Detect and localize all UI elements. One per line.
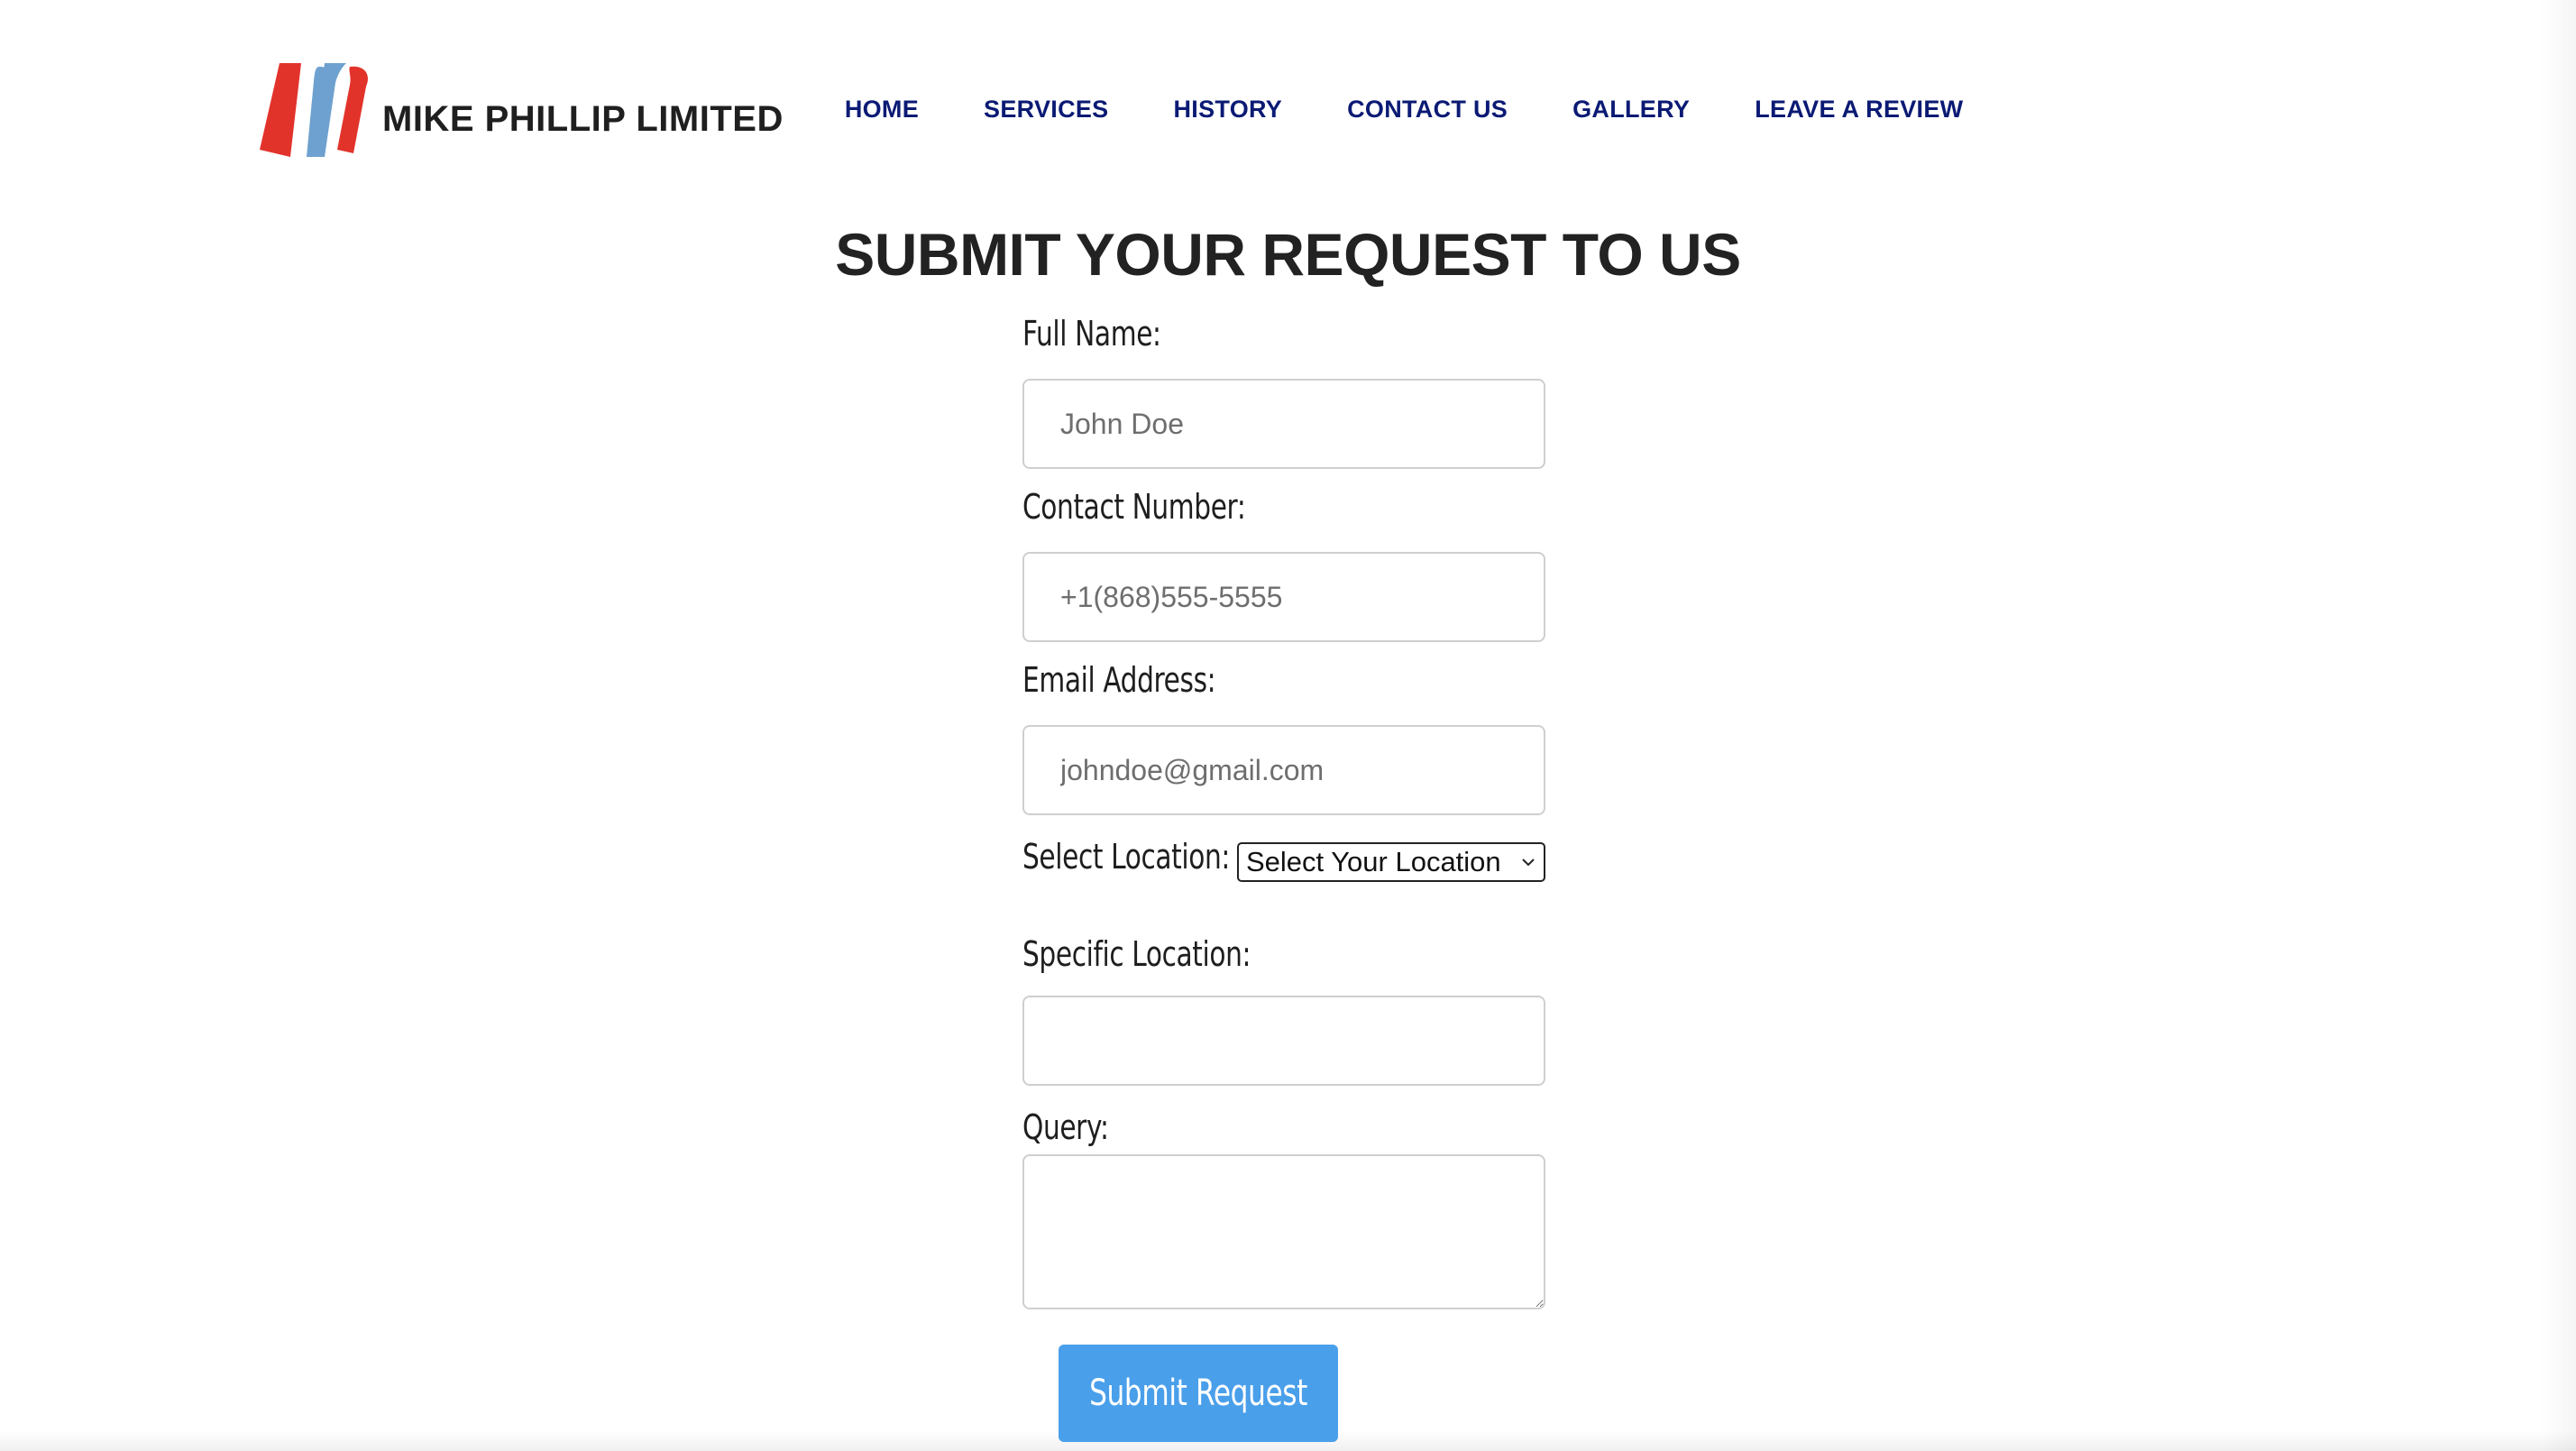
nav-gallery[interactable]: GALLERY [1572, 96, 1690, 124]
email-group: Email Address: [1022, 660, 1270, 700]
nav-contact-us[interactable]: CONTACT US [1347, 96, 1508, 124]
location-label: Select Location: [1022, 837, 1230, 877]
contact-number-input[interactable] [1022, 552, 1545, 642]
specific-location-group: Specific Location: [1022, 934, 1316, 974]
submit-request-label: Submit Request [1089, 1373, 1307, 1414]
query-label: Query: [1022, 1107, 1109, 1147]
query-group: Query: [1022, 1107, 1133, 1147]
logo-mark-icon [260, 63, 368, 157]
email-label: Email Address: [1022, 660, 1216, 700]
nav-services[interactable]: SERVICES [984, 96, 1108, 124]
brand-name: MIKE PHILLIP LIMITED [382, 98, 784, 139]
submit-request-button[interactable]: Submit Request [1059, 1345, 1338, 1442]
page-title: SUBMIT YOUR REQUEST TO US [835, 221, 1741, 288]
location-select-value: Select Your Location [1246, 846, 1501, 877]
specific-location-input[interactable] [1022, 996, 1545, 1086]
contact-number-label: Contact Number: [1022, 487, 1246, 527]
specific-location-label: Specific Location: [1022, 934, 1251, 974]
query-textarea[interactable] [1022, 1154, 1545, 1309]
chevron-down-icon [1522, 859, 1535, 867]
nav-leave-a-review[interactable]: LEAVE A REVIEW [1755, 96, 1963, 124]
logo[interactable]: MIKE PHILLIP LIMITED [260, 63, 784, 162]
page-edge-shadow [2540, 0, 2576, 1451]
full-name-input[interactable] [1022, 379, 1545, 469]
email-input[interactable] [1022, 725, 1545, 815]
site-header: MIKE PHILLIP LIMITED HOME SERVICES HISTO… [260, 63, 1963, 162]
main-nav: HOME SERVICES HISTORY CONTACT US GALLERY… [845, 96, 1964, 124]
nav-home[interactable]: HOME [845, 96, 919, 124]
nav-history[interactable]: HISTORY [1174, 96, 1283, 124]
full-name-group: Full Name: [1022, 314, 1200, 354]
contact-number-group: Contact Number: [1022, 487, 1308, 527]
location-select[interactable]: Select Your Location [1237, 842, 1545, 882]
full-name-label: Full Name: [1022, 314, 1161, 354]
